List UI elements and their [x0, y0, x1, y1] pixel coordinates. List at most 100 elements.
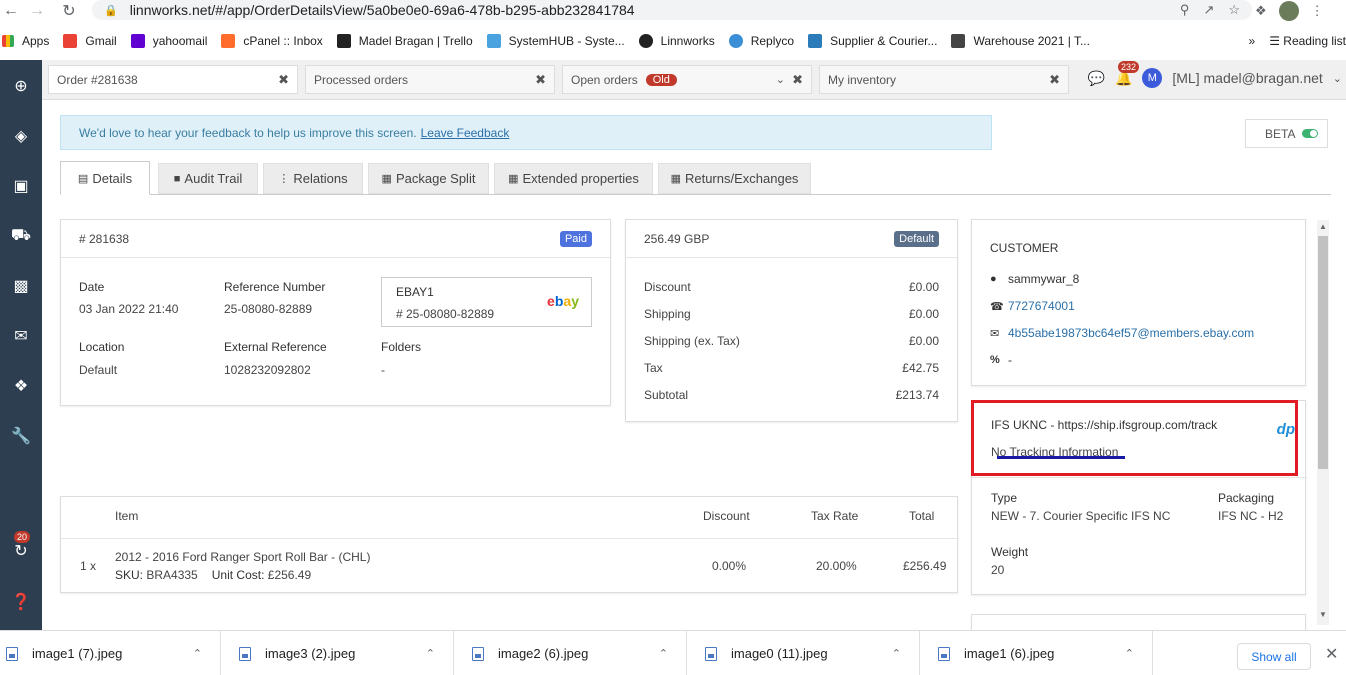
inventory-icon[interactable]: ◈ — [0, 122, 42, 150]
user-icon: ● — [990, 273, 997, 285]
share-icon[interactable]: ↗ — [1203, 2, 1214, 18]
bookmark-linnworks[interactable]: Linnworks — [638, 34, 715, 48]
tab-returns-exchanges[interactable]: ▦ Returns/Exchanges — [658, 163, 811, 194]
tab-open-orders[interactable]: Open orders Old ⌄ ✖ — [562, 65, 812, 94]
chevron-up-icon[interactable]: ⌃ — [659, 647, 668, 660]
bookmark-gmail[interactable]: Gmail — [63, 34, 117, 48]
tab-details[interactable]: ▤ Details — [60, 161, 150, 195]
bookmark-cpanel[interactable]: cPanel :: Inbox — [221, 34, 323, 48]
sidebar: ⊕ ◈ ▣ ⛟ ▩ ✉ ❖ 🔧 ↻ 20 ❓ — [0, 60, 42, 630]
sync-badge: 20 — [14, 531, 31, 543]
customer-email[interactable]: ✉ 4b55abe19873bc64ef57@members.ebay.com — [990, 326, 1254, 340]
tab-processed-orders[interactable]: Processed orders ✖ — [305, 65, 555, 94]
bookmark-yahoomail[interactable]: yahoomail — [130, 34, 207, 48]
order-total: 256.49 GBP — [644, 231, 710, 246]
packaging-label: Packaging — [1218, 491, 1275, 505]
chevron-down-icon[interactable]: ⌄ — [1333, 72, 1342, 85]
chevron-up-icon[interactable]: ⌃ — [426, 647, 435, 660]
sync-icon[interactable]: ↻ 20 — [0, 531, 42, 565]
star-icon[interactable]: ☆ — [1228, 2, 1240, 18]
download-item[interactable]: image0 (11).jpeg ⌃ — [687, 631, 920, 675]
percent-icon: % — [990, 354, 1000, 366]
address-bar[interactable]: 🔒 linnworks.net/#/app/OrderDetailsView/5… — [92, 0, 1252, 20]
chevron-up-icon[interactable]: ⌃ — [1125, 647, 1134, 660]
bell-icon[interactable]: 🔔 232 — [1115, 60, 1139, 87]
download-item[interactable]: image2 (6).jpeg ⌃ — [454, 631, 687, 675]
add-icon[interactable]: ⊕ — [0, 72, 42, 100]
customer-phone[interactable]: ☎ 7727674001 — [990, 299, 1075, 313]
bookmark-apps[interactable]: Apps — [2, 34, 49, 48]
cpanel-icon — [221, 34, 236, 48]
highlight-box — [971, 400, 1298, 476]
bookmark-trello[interactable]: Madel Bragan | Trello — [336, 34, 473, 48]
forward-icon[interactable]: → — [26, 0, 48, 22]
tab-order[interactable]: Order #281638 ✖ — [48, 65, 298, 94]
shipping-row: Shipping £0.00 — [644, 307, 939, 321]
bookmark-supplier[interactable]: Supplier & Courier... — [808, 34, 937, 48]
item-title[interactable]: 2012 - 2016 Ford Ranger Sport Roll Bar -… — [115, 550, 370, 564]
more-bookmarks[interactable]: » — [1249, 34, 1256, 48]
linnworks-icon — [638, 34, 653, 48]
order-number: # 281638 — [79, 231, 130, 246]
mail-icon[interactable]: ✉ — [0, 322, 42, 350]
tab-package-split[interactable]: ▦ Package Split — [368, 163, 489, 194]
scroll-down-icon[interactable]: ▼ — [1319, 610, 1327, 619]
leave-feedback-link[interactable]: Leave Feedback — [421, 126, 510, 140]
grid-icon: ▦ — [508, 173, 519, 185]
chevron-up-icon[interactable]: ⌃ — [892, 647, 901, 660]
chevron-up-icon[interactable]: ⌃ — [193, 647, 202, 660]
reload-icon[interactable]: ↻ — [58, 0, 80, 22]
close-icon[interactable]: ✕ — [1325, 644, 1338, 664]
tab-relations[interactable]: ⋮ Relations — [263, 163, 363, 194]
close-icon[interactable]: ✖ — [278, 72, 289, 88]
download-item[interactable]: image1 (6).jpeg ⌃ — [920, 631, 1153, 675]
beta-toggle[interactable]: BETA — [1245, 119, 1328, 148]
download-item[interactable]: image3 (2).jpeg ⌃ — [221, 631, 454, 675]
tab-audit-trail[interactable]: ■ Audit Trail — [158, 163, 258, 194]
subtotal-row: Subtotal £213.74 — [644, 388, 939, 402]
shipping-icon[interactable]: ⛟ — [0, 222, 42, 250]
order-info-card: # 281638 Paid Date 03 Jan 2022 21:40 Ref… — [60, 219, 611, 406]
close-icon[interactable]: ✖ — [792, 72, 803, 88]
replyco-icon — [728, 34, 743, 48]
close-icon[interactable]: ✖ — [1049, 72, 1060, 88]
detail-tabs: ▤ Details ■ Audit Trail ⋮ Relations ▦ Packag… — [60, 161, 1331, 195]
chat-icon[interactable]: 💬 — [1088, 70, 1105, 87]
item-sku: SKU: BRA4335 Unit Cost: £256.49 — [115, 568, 312, 582]
bookmark-warehouse[interactable]: Warehouse 2021 | T... — [951, 34, 1090, 48]
type-value: NEW - 7. Courier Specific IFS NC — [991, 509, 1171, 523]
extensions-icon[interactable]: ❖ — [1255, 3, 1267, 19]
scrollbar[interactable]: ▲ ▼ — [1317, 220, 1329, 625]
close-icon[interactable]: ✖ — [535, 72, 546, 88]
user-avatar[interactable]: M — [1142, 68, 1163, 88]
total-header: Total — [909, 509, 935, 523]
profile-avatar[interactable] — [1278, 1, 1299, 21]
reports-icon[interactable]: ▩ — [0, 272, 42, 300]
file-icon — [705, 646, 717, 661]
tax-rate-header: Tax Rate — [811, 509, 859, 523]
settings-wrench-icon[interactable]: 🔧 — [0, 422, 42, 450]
scroll-up-icon[interactable]: ▲ — [1319, 222, 1327, 231]
tab-my-inventory[interactable]: My inventory ✖ — [819, 65, 1069, 94]
help-icon[interactable]: ❓ — [0, 588, 42, 616]
bookmark-replyco[interactable]: Replyco — [728, 34, 794, 48]
menu-icon[interactable]: ⋮ — [1311, 3, 1324, 19]
zoom-icon[interactable]: ⚲ — [1180, 2, 1190, 18]
bookmark-systemhub[interactable]: SystemHUB - Syste... — [486, 34, 625, 48]
systemhub-icon — [486, 34, 501, 48]
back-icon[interactable]: ← — [0, 0, 22, 22]
channel-box: EBAY1 # 25-08080-82889 ebay — [381, 277, 592, 327]
show-all-button[interactable]: Show all — [1237, 643, 1311, 670]
item-quantity: 1 x — [80, 559, 97, 573]
scroll-thumb[interactable] — [1318, 236, 1328, 469]
reading-list[interactable]: ☰ Reading list — [1269, 34, 1346, 48]
bookmarks-bar: Apps Gmail yahoomail cPanel :: Inbox Mad… — [0, 29, 1346, 53]
toggle-switch[interactable] — [1302, 129, 1318, 138]
chevron-down-icon[interactable]: ⌄ — [776, 73, 785, 86]
grid-icon: ▦ — [381, 173, 392, 185]
apps-icon[interactable]: ❖ — [0, 372, 42, 400]
orders-icon[interactable]: ▣ — [0, 172, 42, 200]
download-item[interactable]: image1 (7).jpeg ⌃ — [0, 631, 221, 675]
tab-extended-properties[interactable]: ▦ Extended properties — [494, 163, 653, 194]
user-name[interactable]: [ML] madel@bragan.net — [1172, 70, 1322, 86]
